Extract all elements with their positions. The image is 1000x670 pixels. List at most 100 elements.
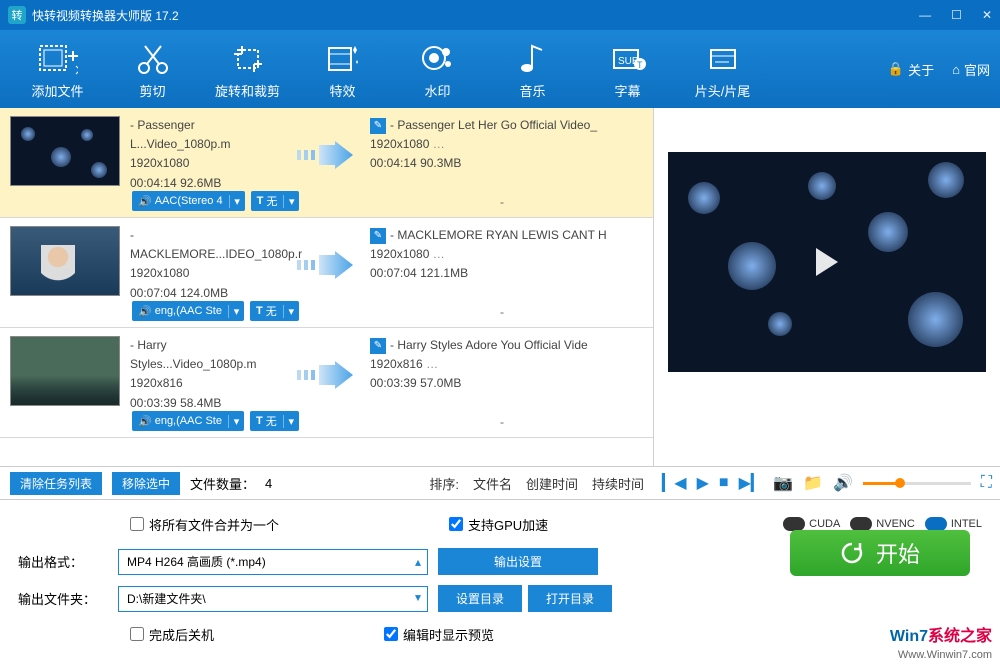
destination-size: 121.1MB xyxy=(420,266,468,280)
toolbar-add-file[interactable]: 添加文件 xyxy=(10,39,105,100)
source-duration: 00:04:14 xyxy=(130,176,177,190)
more-icon[interactable]: … xyxy=(426,357,438,371)
chevron-down-icon: ▾ xyxy=(228,415,244,428)
more-icon[interactable]: … xyxy=(433,247,445,261)
about-link[interactable]: 🔒 关于 xyxy=(888,60,934,79)
sort-by-duration[interactable]: 持续时间 xyxy=(592,474,644,493)
prev-frame-button[interactable]: ▎◀ xyxy=(662,473,687,493)
text-icon: T xyxy=(257,195,264,207)
text-icon: T xyxy=(256,415,263,427)
remove-selected-button[interactable]: 移除选中 xyxy=(112,472,180,495)
file-row[interactable]: - Passenger L...Video_1080p.m1920x108000… xyxy=(0,108,653,218)
preview-panel xyxy=(654,108,1000,466)
app-logo: 转 xyxy=(8,6,26,24)
music-icon xyxy=(485,39,580,79)
subtitle-selector[interactable]: T 无▾ xyxy=(250,411,299,431)
sort-by-created[interactable]: 创建时间 xyxy=(526,474,578,493)
player-controls: ▎◀ ▶ ■ ▶▎ 📷 📁 🔊 ⛶ xyxy=(654,466,1000,500)
main-toolbar: 添加文件 剪切 旋转和裁剪 特效 水印 音乐 SUBT 字幕 xyxy=(0,30,1000,108)
output-options: 将所有文件合并为一个 支持GPU加速 CUDA NVENC INTEL 输出格式… xyxy=(0,500,1000,670)
source-filename: - Harry Styles...Video_1080p.m xyxy=(130,336,280,374)
clear-list-button[interactable]: 清除任务列表 xyxy=(10,472,102,495)
gpu-label: 支持GPU加速 xyxy=(468,515,548,534)
minimize-button[interactable]: — xyxy=(919,8,931,22)
file-list: - Passenger L...Video_1080p.m1920x108000… xyxy=(0,108,654,466)
toolbar-intro-outro[interactable]: 片头/片尾 xyxy=(675,39,770,100)
volume-slider[interactable] xyxy=(863,482,971,485)
toolbar-label: 音乐 xyxy=(485,81,580,100)
fullscreen-button[interactable]: ⛶ xyxy=(981,474,992,492)
speaker-icon: 🔊 xyxy=(138,415,152,428)
play-icon[interactable] xyxy=(816,248,838,276)
toolbar-watermark[interactable]: 水印 xyxy=(390,39,485,100)
volume-icon[interactable]: 🔊 xyxy=(833,473,853,493)
toolbar-label: 水印 xyxy=(390,81,485,100)
encoder-cuda: CUDA xyxy=(783,517,840,531)
set-folder-button[interactable]: 设置目录 xyxy=(438,585,522,612)
more-icon[interactable]: … xyxy=(433,137,445,151)
toolbar-label: 片头/片尾 xyxy=(675,81,770,100)
file-row[interactable]: - Harry Styles...Video_1080p.m1920x81600… xyxy=(0,328,653,438)
video-thumbnail[interactable] xyxy=(10,336,120,406)
source-duration: 00:07:04 xyxy=(130,286,177,300)
destination-info: ✎- Passenger Let Her Go Official Video_1… xyxy=(370,116,643,213)
scissors-icon xyxy=(105,39,200,79)
preview-on-edit-checkbox-input[interactable] xyxy=(384,627,398,641)
maximize-button[interactable]: ☐ xyxy=(951,8,962,22)
effects-icon xyxy=(295,39,390,79)
source-resolution: 1920x1080 xyxy=(130,264,280,283)
toolbar-cut[interactable]: 剪切 xyxy=(105,39,200,100)
intro-outro-icon xyxy=(675,39,770,79)
encoder-intel: INTEL xyxy=(925,517,982,531)
toolbar-effects[interactable]: 特效 xyxy=(295,39,390,100)
convert-arrow-icon xyxy=(290,316,360,433)
crop-icon xyxy=(200,39,295,79)
output-folder-value: D:\新建文件夹\ xyxy=(127,590,206,607)
shutdown-label: 完成后关机 xyxy=(149,625,214,644)
audio-track-selector[interactable]: 🔊AAC(Stereo 4▾ xyxy=(132,191,245,211)
play-button[interactable]: ▶ xyxy=(697,473,709,493)
source-filename: - MACKLEMORE...IDEO_1080p.r xyxy=(130,226,280,264)
destination-filename: - MACKLEMORE RYAN LEWIS CANT H xyxy=(390,226,607,245)
preview-on-edit-checkbox[interactable]: 编辑时显示预览 xyxy=(384,625,494,644)
list-control-bar: 清除任务列表 移除选中 文件数量： 4 排序: 文件名 创建时间 持续时间 xyxy=(0,466,654,500)
output-folder-combo[interactable]: D:\新建文件夹\ ▴ xyxy=(118,586,428,612)
subtitle-icon: SUBT xyxy=(580,39,675,79)
shutdown-checkbox[interactable]: 完成后关机 xyxy=(130,625,214,644)
edit-name-button[interactable]: ✎ xyxy=(370,228,386,244)
output-settings-button[interactable]: 输出设置 xyxy=(438,548,598,575)
stop-button[interactable]: ■ xyxy=(719,474,729,492)
lock-icon: 🔒 xyxy=(888,61,904,77)
open-folder-button[interactable]: 📁 xyxy=(803,473,823,493)
toolbar-rotate-crop[interactable]: 旋转和裁剪 xyxy=(200,39,295,100)
source-size: 124.0MB xyxy=(180,286,228,300)
website-link[interactable]: ⌂ 官网 xyxy=(952,60,990,79)
open-folder-button[interactable]: 打开目录 xyxy=(528,585,612,612)
edit-name-button[interactable]: ✎ xyxy=(370,118,386,134)
output-format-combo[interactable]: MP4 H264 高画质 (*.mp4) ▴ xyxy=(118,549,428,575)
file-row[interactable]: - MACKLEMORE...IDEO_1080p.r1920x1080 00:0… xyxy=(0,218,653,328)
status-placeholder: - xyxy=(500,305,504,319)
sort-by-name[interactable]: 文件名 xyxy=(473,474,512,493)
next-frame-button[interactable]: ▶▎ xyxy=(739,473,764,493)
snapshot-button[interactable]: 📷 xyxy=(773,473,793,493)
preview-screen[interactable] xyxy=(668,152,986,372)
audio-track-selector[interactable]: 🔊eng,(AAC Ste▾ xyxy=(132,301,244,321)
close-button[interactable]: ✕ xyxy=(982,8,992,22)
video-thumbnail[interactable] xyxy=(10,226,120,296)
gpu-checkbox-input[interactable] xyxy=(449,517,463,531)
toolbar-subtitle[interactable]: SUBT 字幕 xyxy=(580,39,675,100)
audio-track-selector[interactable]: 🔊eng,(AAC Ste▾ xyxy=(132,411,244,431)
destination-duration: 00:04:14 xyxy=(370,156,417,170)
toolbar-label: 字幕 xyxy=(580,81,675,100)
shutdown-checkbox-input[interactable] xyxy=(130,627,144,641)
merge-checkbox[interactable]: 将所有文件合并为一个 xyxy=(130,515,279,534)
toolbar-music[interactable]: 音乐 xyxy=(485,39,580,100)
video-thumbnail[interactable] xyxy=(10,116,120,186)
gpu-checkbox[interactable]: 支持GPU加速 xyxy=(449,515,548,534)
subtitle-value: 无 xyxy=(266,413,277,429)
start-button[interactable]: 开始 xyxy=(790,530,970,576)
title-bar: 转 快转视频转换器大师版 17.2 — ☐ ✕ xyxy=(0,0,1000,30)
edit-name-button[interactable]: ✎ xyxy=(370,338,386,354)
merge-checkbox-input[interactable] xyxy=(130,517,144,531)
